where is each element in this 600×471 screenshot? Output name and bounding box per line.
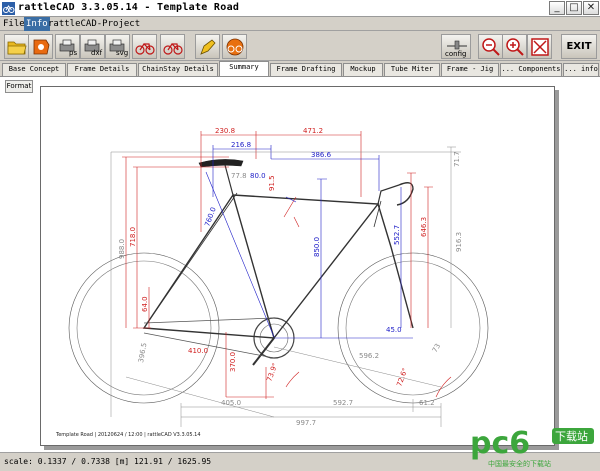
bike-view-button[interactable] [132,34,157,59]
tab-frame-jig[interactable]: Frame - Jig [441,63,499,76]
project-label: rattleCAD-Project [48,19,141,29]
dim-80: 80.0 [250,172,266,180]
svg-label: svg [116,49,129,57]
seatpost [224,164,234,196]
menu-file[interactable]: File [1,17,27,31]
dim-71-7: 71.7 [453,151,461,167]
ps-label: ps [69,49,78,57]
pencil-icon [200,39,216,55]
tab-info[interactable]: ... info [563,63,599,76]
window-title: rattleCAD 3.3.05.14 - Template Road [18,2,240,13]
config-label: config [445,50,467,58]
frame-tubes [142,193,414,339]
rattlecad-window: rattleCAD 3.3.05.14 - Template Road _ □ … [0,0,600,471]
dim-64: 64.0 [141,296,149,312]
component-button[interactable] [195,34,220,59]
export-svg-button[interactable]: svg [105,34,130,59]
dim-396-5: 396.5 [137,342,148,363]
dim-386-6: 386.6 [311,151,332,159]
tab-tube-miter[interactable]: Tube Miter [384,63,440,76]
dim-646-3: 646.3 [420,217,428,237]
dim-718: 718.0 [129,227,137,247]
status-text: scale: 0.1337 / 0.7338 [m] 121.91 / 1625… [4,457,212,466]
zoom-out-icon [482,38,500,56]
toolbar: ps dxf svg config EXIT [0,32,600,61]
dim-73: 73 [431,342,442,354]
saddle [198,159,244,168]
drawing-sheet: 230.8 471.2 216.8 386.6 77.8 80.0 91.5 7… [40,86,555,446]
tab-frame-drafting[interactable]: Frame Drafting [270,63,342,76]
dim-61-2: 61.2 [419,399,435,407]
bicycle-icon [135,43,155,55]
zoom-fit-button[interactable] [527,34,552,59]
watermark-slogan: 中国最安全的下载站 [488,459,551,468]
menu-bar: File Info rattleCAD-Project [0,17,600,31]
dim-370: 370.0 [229,352,237,372]
dim-73-9-angle: 73.9° [265,362,279,383]
dim-850: 850.0 [313,237,321,257]
title-bar: rattleCAD 3.3.05.14 - Template Road _ □ … [0,0,600,17]
zoom-in-icon [506,38,524,56]
dim-230-8: 230.8 [215,127,235,135]
open-folder-button[interactable] [4,34,29,59]
dim-216-8: 216.8 [231,141,251,149]
dim-45: 45.0 [386,326,402,334]
config-button[interactable]: config [441,34,471,59]
dim-405: 405.0 [221,399,241,407]
dim-592-7: 592.7 [333,399,353,407]
dxf-label: dxf [91,49,103,57]
exit-button[interactable]: EXIT [561,34,597,59]
dim-552-7: 552.7 [393,225,401,245]
format-button[interactable]: Format [5,80,33,93]
save-button[interactable] [28,34,53,59]
zoom-out-button[interactable] [478,34,503,59]
watermark-badge: 下载站 [555,429,588,443]
export-ps-button[interactable]: ps [55,34,80,59]
fit-icon [531,38,549,56]
tab-frame-details[interactable]: Frame Details [67,63,137,76]
export-dxf-button[interactable]: dxf [80,34,105,59]
tab-base-concept[interactable]: Base Concept [2,63,66,76]
tab-components[interactable]: ... Components [500,63,562,76]
bike-compare-button[interactable] [160,34,185,59]
bike-geometry-drawing: 230.8 471.2 216.8 386.6 77.8 80.0 91.5 7… [68,127,489,427]
bicycle-icon [163,43,183,55]
dim-596-2: 596.2 [359,352,379,360]
drawing-footer: Template Road | 20120624 / 12:00 | rattl… [56,432,201,438]
close-button[interactable]: ✕ [583,1,599,15]
dim-916-3: 916.3 [455,232,463,252]
tab-summary[interactable]: Summary [219,61,269,76]
maximize-button[interactable]: □ [566,1,582,15]
tab-mockup[interactable]: Mockup [343,63,383,76]
tab-chainstay-details[interactable]: ChainStay Details [138,63,218,76]
dim-997-7: 997.7 [296,419,316,427]
pc6-watermark: pc6 下载站 中国最安全的下载站 [468,423,598,469]
render-button[interactable] [222,34,247,59]
minimize-button[interactable]: _ [549,1,565,15]
dim-72-6-angle: 72.6° [395,367,409,388]
drawing-canvas[interactable]: Format 230.8 471.2 216.8 386.6 77.8 80.0… [0,76,600,452]
tab-bar: Base Concept Frame Details ChainStay Det… [0,61,600,76]
menu-info[interactable]: Info [24,17,50,31]
app-icon [2,2,15,15]
frame-tubes-outer [145,192,382,326]
handlebar [396,182,414,206]
save-icon [33,39,50,55]
watermark-logo: pc6 [470,426,530,461]
bicycle-icon [226,38,244,56]
dim-77-8: 77.8 [231,172,247,180]
zoom-in-button[interactable] [502,34,527,59]
dim-988: 988.0 [118,239,126,259]
folder-icon [7,41,27,55]
dim-471-2: 471.2 [303,127,323,135]
dim-410: 410.0 [188,347,208,355]
dim-91-5: 91.5 [268,175,276,191]
config-icon [447,40,467,50]
